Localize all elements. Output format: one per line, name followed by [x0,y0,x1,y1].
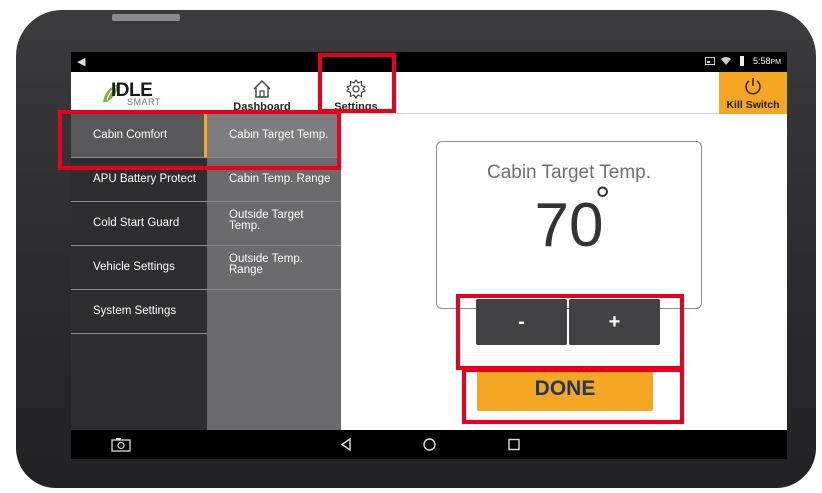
nav-home-icon[interactable] [422,437,437,452]
menu-item-label: APU Battery Protect [93,173,196,185]
nav-recents-icon[interactable] [507,437,521,452]
submenu-item-label-line2: Temp. [229,220,261,232]
increase-button[interactable]: + [569,299,660,345]
kill-switch-label: Kill Switch [726,99,780,111]
menu-item-label: Vehicle Settings [93,261,175,273]
menu-item-system-settings[interactable]: System Settings [71,290,207,334]
home-icon [253,80,271,98]
power-icon [745,78,761,95]
gear-icon [346,79,366,99]
submenu-item-outside-target-temp[interactable]: Outside Target Temp. [207,202,341,246]
battery-icon [739,56,744,66]
nav-dashboard[interactable]: Dashboard [229,74,295,114]
settings-category-menu: Cabin Comfort APU Battery Protect Cold S… [71,114,207,430]
degree-symbol: ° [595,180,611,222]
cast-icon [704,57,715,65]
logo-sub-text: SMART [127,97,161,107]
menu-item-label: Cold Start Guard [93,217,180,229]
app-header: IDLE SMART Dashboard Settings Kill Switc… [71,72,787,114]
menu-item-cabin-comfort[interactable]: Cabin Comfort [71,114,207,158]
menu-item-cold-start-guard[interactable]: Cold Start Guard [71,202,207,246]
nav-settings-label: Settings [334,101,378,113]
menu-item-vehicle-settings[interactable]: Vehicle Settings [71,246,207,290]
submenu-item-label-line2: Range [229,264,263,276]
idle-smart-logo: IDLE SMART [97,78,163,110]
menu-item-apu-battery-protect[interactable]: APU Battery Protect [71,158,207,202]
temperature-card-title: Cabin Target Temp. [486,162,652,183]
submenu-item-label: Cabin Temp. Range [229,173,331,185]
nav-back-icon[interactable] [339,437,353,452]
nav-dashboard-label: Dashboard [233,101,291,113]
menu-item-label: System Settings [93,305,177,317]
temperature-card: Cabin Target Temp. 70 ° [436,141,702,309]
wifi-icon [720,57,731,65]
submenu-item-label: Cabin Target Temp. [229,129,329,141]
status-icons: 5:58PM [704,56,781,66]
scene: ◀ 5:58PM IDLE SMART Dashboard Settings K… [0,0,822,493]
temperature-stepper: - + [476,299,660,345]
done-button[interactable]: DONE [477,367,653,411]
menu-item-label: Cabin Comfort [93,129,168,141]
kill-switch-button[interactable]: Kill Switch [719,72,787,114]
status-time: 5:58PM [752,56,781,66]
tablet-edge-tab [112,14,180,21]
submenu-item-cabin-temp-range[interactable]: Cabin Temp. Range [207,158,341,202]
tablet-screen: ◀ 5:58PM IDLE SMART Dashboard Settings K… [71,52,787,459]
submenu-item-outside-temp-range[interactable]: Outside Temp. Range [207,246,341,290]
temperature-value: 70 [534,191,604,260]
status-back-icon: ◀ [77,56,86,68]
settings-subcategory-menu: Cabin Target Temp. Cabin Temp. Range Out… [207,114,341,430]
nav-settings[interactable]: Settings [323,74,389,114]
android-navigation-bar [71,430,787,459]
android-status-bar: ◀ 5:58PM [71,52,787,72]
screenshot-icon[interactable] [111,437,131,452]
decrease-button[interactable]: - [476,299,567,345]
temperature-panel: Cabin Target Temp. 70 ° - + DONE [341,114,787,430]
submenu-item-cabin-target-temp[interactable]: Cabin Target Temp. [207,114,341,158]
